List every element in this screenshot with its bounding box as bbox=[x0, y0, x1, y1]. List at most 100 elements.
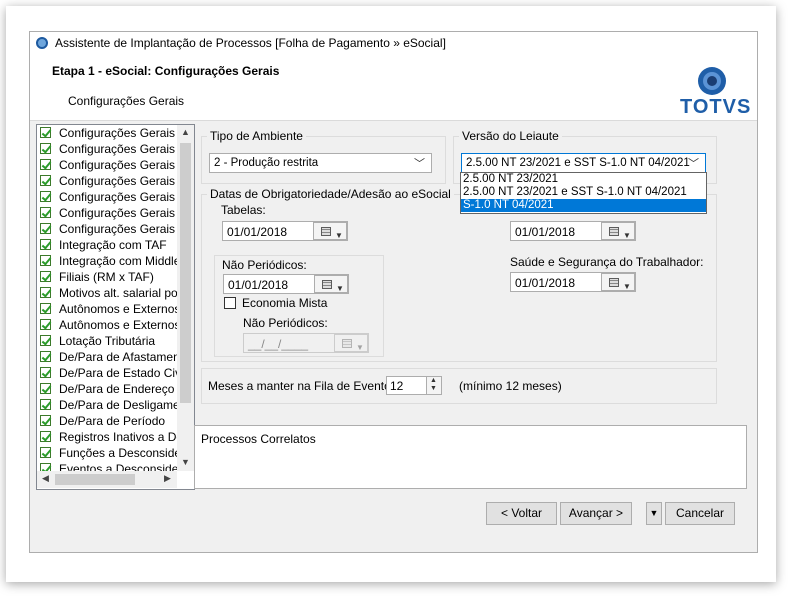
tree-item-label: Lotação Tributária bbox=[59, 334, 156, 348]
tree-item-label: Integração com TAF bbox=[59, 238, 167, 252]
tree-item-label: De/Para de Desligament bbox=[59, 398, 177, 412]
fila-group: Meses a manter na Fila de Eventos: 12 ▲ … bbox=[201, 368, 717, 404]
checked-icon bbox=[40, 431, 51, 442]
tree-item[interactable]: Eventos a Desconsidera bbox=[37, 461, 177, 471]
calendar-icon bbox=[609, 278, 619, 287]
tree-item[interactable]: Motivos alt. salarial por c bbox=[37, 285, 177, 301]
tabelas-label: Tabelas: bbox=[221, 203, 266, 217]
dropdown-arrow-icon: ▼ bbox=[649, 508, 659, 518]
tree-item[interactable]: Integração com TAF bbox=[37, 237, 177, 253]
tree-item[interactable]: Autônomos e Externos 2 bbox=[37, 317, 177, 333]
tree-item[interactable]: Configurações Gerais 3/ bbox=[37, 157, 177, 173]
dropdown-option-selected[interactable]: S-1.0 NT 04/2021 bbox=[461, 199, 706, 212]
fila-hint: (mínimo 12 meses) bbox=[459, 379, 562, 393]
scroll-thumb[interactable] bbox=[180, 143, 191, 403]
nao-periodicos2-date-field[interactable]: __/__/____ ▼ bbox=[243, 333, 369, 353]
checked-icon bbox=[40, 159, 51, 170]
tree-item[interactable]: Configurações Gerais 2/ bbox=[37, 141, 177, 157]
tree-item[interactable]: Registros Inativos a Des bbox=[37, 429, 177, 445]
tree-item[interactable]: Configurações Gerais 6/ bbox=[37, 205, 177, 221]
tree-item[interactable]: Integração com Middlew bbox=[37, 253, 177, 269]
voltar-button[interactable]: < Voltar bbox=[486, 502, 557, 525]
nao-periodicos2-label: Não Periódicos: bbox=[243, 316, 328, 330]
hscroll-thumb[interactable] bbox=[55, 474, 135, 485]
tabelas-calendar-button[interactable]: ▼ bbox=[313, 222, 347, 240]
fila-meses-spinner[interactable]: 12 ▲ ▼ bbox=[386, 376, 442, 395]
tree-item[interactable]: Configurações Gerais 5/ bbox=[37, 189, 177, 205]
tipo-ambiente-group: Tipo de Ambiente 2 - Produção restrita ﹀ bbox=[201, 129, 446, 184]
periodicos-date-field[interactable]: 01/01/2018 ▼ bbox=[510, 221, 636, 241]
steps-tree[interactable]: Configurações Gerais 1/Configurações Ger… bbox=[36, 124, 195, 490]
chevron-down-icon: ▼ bbox=[623, 231, 631, 240]
totvs-logo-text: TOTVS bbox=[680, 96, 752, 118]
economia-mista-label: Economia Mista bbox=[242, 296, 328, 310]
checked-icon bbox=[40, 207, 51, 218]
tree-item-label: De/Para de Período bbox=[59, 414, 166, 428]
scroll-up-icon[interactable]: ▲ bbox=[177, 127, 194, 137]
spin-down-icon[interactable]: ▼ bbox=[430, 385, 437, 392]
checked-icon bbox=[40, 383, 51, 394]
horizontal-scrollbar[interactable]: ◀ ▶ bbox=[37, 471, 177, 488]
scroll-right-icon[interactable]: ▶ bbox=[159, 473, 176, 484]
tree-item-label: Configurações Gerais 3/ bbox=[59, 158, 177, 172]
tree-item-label: Funções a Desconsidera bbox=[59, 446, 177, 460]
tree-item-label: Eventos a Desconsidera bbox=[59, 462, 177, 471]
dropdown-option[interactable]: 2.5.00 NT 23/2021 bbox=[461, 173, 706, 186]
tree-item[interactable]: De/Para de Afastamento bbox=[37, 349, 177, 365]
vertical-scrollbar[interactable]: ▲ ▼ bbox=[177, 125, 194, 471]
fila-label: Meses a manter na Fila de Eventos: bbox=[208, 379, 401, 393]
checked-icon bbox=[40, 271, 51, 282]
sst-label: Saúde e Segurança do Trabalhador: bbox=[510, 255, 704, 269]
nao-periodicos-calendar-button[interactable]: ▼ bbox=[314, 275, 348, 293]
avancar-button[interactable]: Avançar > bbox=[560, 502, 632, 525]
nao-periodicos2-date-value: __/__/____ bbox=[248, 337, 309, 351]
checked-icon bbox=[40, 399, 51, 410]
tree-item[interactable]: De/Para de Estado Civil bbox=[37, 365, 177, 381]
chevron-down-icon: ▼ bbox=[623, 282, 631, 291]
cancelar-button[interactable]: Cancelar bbox=[665, 502, 735, 525]
nao-periodicos-label: Não Periódicos: bbox=[222, 258, 307, 272]
economia-mista-checkbox[interactable] bbox=[224, 297, 236, 309]
datas-group: Datas de Obrigatoriedade/Adesão ao eSoci… bbox=[201, 187, 717, 362]
tree-item[interactable]: Autônomos e Externos 1 bbox=[37, 301, 177, 317]
tree-item[interactable]: De/Para de Endereço bbox=[37, 381, 177, 397]
tree-item[interactable]: De/Para de Período bbox=[37, 413, 177, 429]
tree-item-label: Configurações Gerais 7/ bbox=[59, 222, 177, 236]
versao-leiaute-label: Versão do Leiaute bbox=[459, 129, 562, 143]
steps-list: Configurações Gerais 1/Configurações Ger… bbox=[37, 125, 177, 471]
tree-item-label: Filiais (RM x TAF) bbox=[59, 270, 154, 284]
tipo-ambiente-select[interactable]: 2 - Produção restrita ﹀ bbox=[209, 153, 432, 173]
nao-periodicos-date-field[interactable]: 01/01/2018 ▼ bbox=[223, 274, 349, 294]
tipo-ambiente-label: Tipo de Ambiente bbox=[207, 129, 306, 143]
sst-date-value: 01/01/2018 bbox=[515, 276, 576, 290]
menu-dropdown-button[interactable]: ▼ bbox=[646, 502, 662, 525]
tree-item[interactable]: Configurações Gerais 7/ bbox=[37, 221, 177, 237]
checked-icon bbox=[40, 463, 51, 471]
processos-correlatos-label: Processos Correlatos bbox=[201, 432, 316, 446]
tabelas-date-field[interactable]: 01/01/2018 ▼ bbox=[222, 221, 348, 241]
calendar-icon bbox=[609, 227, 619, 236]
sst-date-field[interactable]: 01/01/2018 ▼ bbox=[510, 272, 636, 292]
spinner-buttons[interactable]: ▲ ▼ bbox=[426, 377, 441, 394]
versao-leiaute-dropdown[interactable]: 2.5.00 NT 23/2021 2.5.00 NT 23/2021 e SS… bbox=[460, 172, 707, 214]
tree-item[interactable]: Funções a Desconsidera bbox=[37, 445, 177, 461]
checked-icon bbox=[40, 223, 51, 234]
periodicos-calendar-button[interactable]: ▼ bbox=[601, 222, 635, 240]
tree-item[interactable]: De/Para de Desligament bbox=[37, 397, 177, 413]
spin-up-icon[interactable]: ▲ bbox=[430, 377, 437, 384]
tree-item[interactable]: Configurações Gerais 4/ bbox=[37, 173, 177, 189]
tree-item[interactable]: Filiais (RM x TAF) bbox=[37, 269, 177, 285]
tree-item-label: Configurações Gerais 5/ bbox=[59, 190, 177, 204]
tree-item-label: De/Para de Afastamento bbox=[59, 350, 177, 364]
app-icon bbox=[36, 37, 48, 49]
sst-calendar-button[interactable]: ▼ bbox=[601, 273, 635, 291]
tree-item[interactable]: Lotação Tributária bbox=[37, 333, 177, 349]
scroll-down-icon[interactable]: ▼ bbox=[177, 457, 194, 467]
dropdown-option[interactable]: 2.5.00 NT 23/2021 e SST S-1.0 NT 04/2021 bbox=[461, 186, 706, 199]
scroll-left-icon[interactable]: ◀ bbox=[37, 473, 54, 484]
versao-leiaute-select[interactable]: 2.5.00 NT 23/2021 e SST S-1.0 NT 04/2021… bbox=[461, 153, 706, 173]
checked-icon bbox=[40, 255, 51, 266]
tree-item-label: Configurações Gerais 6/ bbox=[59, 206, 177, 220]
nao-periodicos2-calendar-button[interactable]: ▼ bbox=[334, 334, 368, 352]
tree-item[interactable]: Configurações Gerais 1/ bbox=[37, 125, 177, 141]
